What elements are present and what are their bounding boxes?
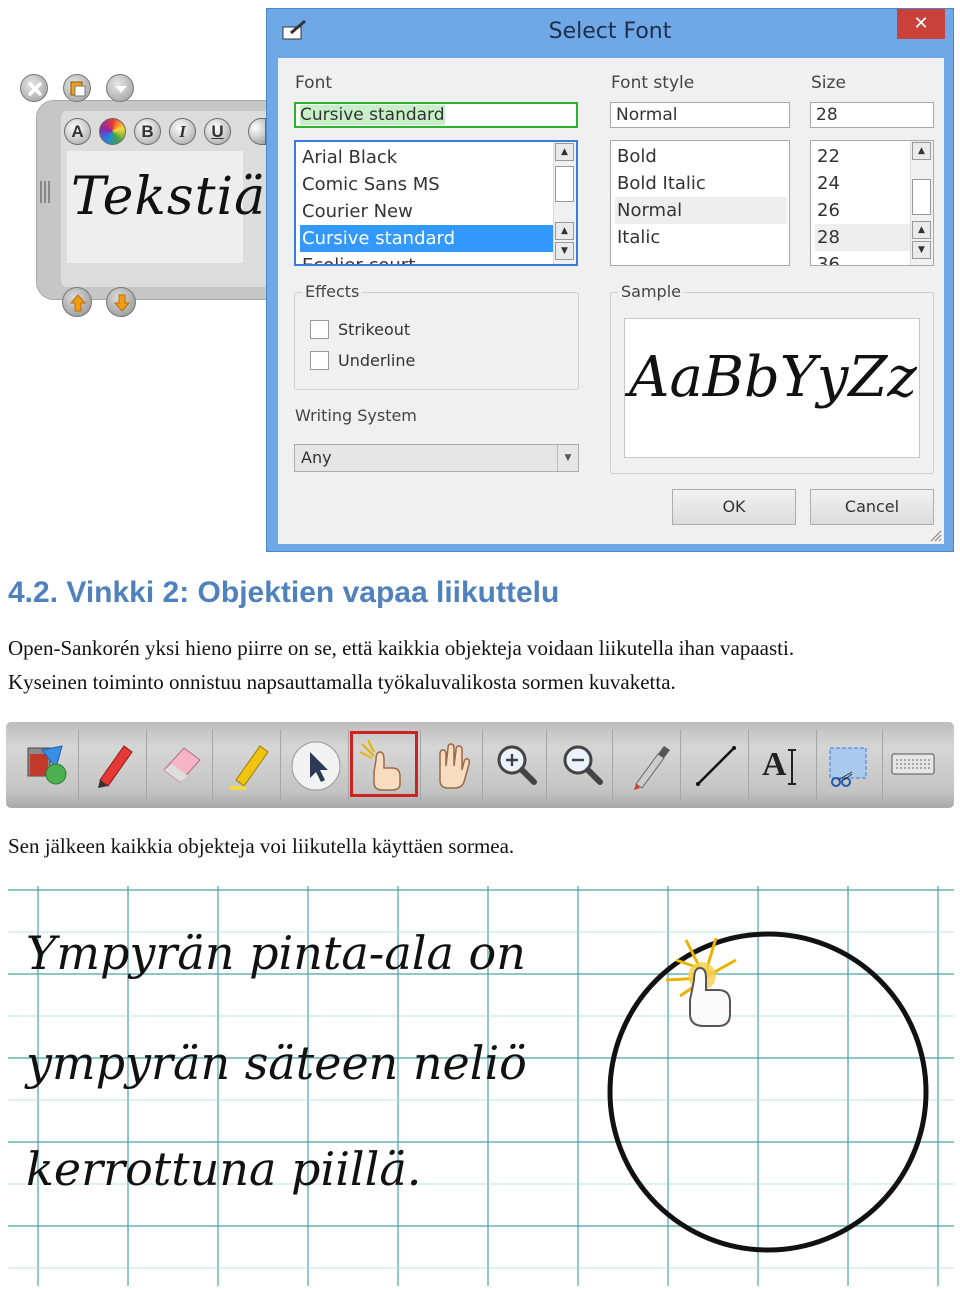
text-object-widget[interactable]: Tekstiä A B I U — [0, 0, 300, 330]
font-style-label: Font style — [611, 73, 695, 93]
text-object-content: Tekstiä — [71, 167, 267, 227]
hand-icon[interactable] — [420, 722, 484, 808]
pen-icon[interactable] — [84, 722, 148, 808]
size-item-selected[interactable]: 28 — [815, 224, 915, 251]
writing-system-value: Any — [301, 448, 332, 467]
font-style-input[interactable]: Normal — [610, 102, 790, 128]
dialog-title: Select Font — [548, 19, 672, 44]
paint-bucket-icon[interactable] — [16, 722, 80, 808]
scroll-thumb[interactable] — [912, 179, 931, 215]
whiteboard-canvas[interactable]: Ympyrän pinta-ala on ympyrän säteen neli… — [8, 886, 954, 1286]
font-style-item[interactable]: Italic — [615, 224, 787, 251]
font-style-item-selected[interactable]: Normal — [615, 197, 787, 224]
font-name-input[interactable]: Cursive standard — [294, 102, 578, 128]
size-list[interactable]: 22 24 26 28 36 ▲ ▲ ▼ — [810, 140, 934, 266]
line-icon[interactable] — [684, 722, 748, 808]
font-list-item[interactable]: Ecolier court — [300, 252, 558, 264]
scroll-thumb[interactable] — [555, 166, 574, 202]
tool-toolbar: A — [6, 722, 954, 808]
size-item[interactable]: 24 — [815, 170, 915, 197]
send-backward-icon[interactable] — [106, 287, 136, 317]
font-list-item[interactable]: Arial Black — [300, 144, 558, 171]
underline-button[interactable]: U — [204, 118, 231, 145]
font-list[interactable]: Arial Black Comic Sans MS Courier New Cu… — [294, 140, 578, 266]
scroll-up-icon[interactable]: ▲ — [555, 143, 574, 161]
paragraph-line: Kyseinen toiminto onnistuu napsauttamall… — [8, 670, 676, 694]
chevron-down-icon[interactable] — [106, 74, 134, 102]
handwriting-line-1[interactable]: Ympyrän pinta-ala on — [26, 926, 526, 980]
font-name-value: Cursive standard — [300, 105, 445, 125]
size-label: Size — [811, 73, 846, 93]
finger-cursor-icon — [665, 937, 737, 1027]
italic-button[interactable]: I — [169, 118, 196, 145]
zoom-out-icon[interactable] — [550, 722, 614, 808]
zoom-in-icon[interactable] — [484, 722, 548, 808]
size-list-scrollbar[interactable]: ▲ ▲ ▼ — [910, 141, 933, 265]
eyedropper-icon[interactable] — [618, 722, 682, 808]
strikeout-checkbox[interactable] — [310, 320, 329, 339]
text-object-canvas[interactable]: Tekstiä — [67, 151, 265, 263]
drag-grip-icon[interactable] — [40, 181, 52, 211]
finger-icon[interactable] — [350, 722, 418, 808]
keyboard-icon[interactable] — [886, 722, 950, 808]
resize-grip-icon[interactable] — [928, 528, 942, 542]
paste-icon[interactable] — [63, 74, 91, 102]
bring-forward-icon[interactable] — [62, 287, 92, 317]
text-icon[interactable]: A — [752, 722, 816, 808]
font-label: Font — [295, 73, 333, 93]
font-list-item-selected[interactable]: Cursive standard — [300, 225, 558, 252]
effects-label: Effects — [302, 282, 363, 301]
handwriting-line-2[interactable]: ympyrän säteen neliö — [26, 1036, 527, 1090]
scroll-up-icon[interactable]: ▲ — [912, 142, 931, 160]
size-item[interactable]: 26 — [815, 197, 915, 224]
chevron-down-icon[interactable]: ▼ — [557, 445, 578, 471]
effects-group — [294, 292, 579, 390]
color-wheel-icon[interactable] — [99, 118, 126, 145]
strikeout-label[interactable]: Strikeout — [338, 320, 410, 339]
highlighter-icon[interactable] — [218, 722, 282, 808]
scroll-down-icon[interactable]: ▼ — [555, 242, 574, 260]
handwriting-line-3[interactable]: kerrottuna piillä. — [26, 1142, 421, 1196]
cancel-button[interactable]: Cancel — [810, 489, 934, 525]
ok-button[interactable]: OK — [672, 489, 796, 525]
dialog-body: Font Cursive standard Arial Black Comic … — [278, 58, 944, 544]
scroll-up-icon[interactable]: ▲ — [912, 221, 931, 239]
size-input[interactable]: 28 — [810, 102, 934, 128]
size-item[interactable]: 22 — [815, 143, 915, 170]
paragraph-line: Open-Sankorén yksi hieno piirre on se, e… — [8, 636, 795, 660]
bold-button[interactable]: B — [134, 118, 161, 145]
writing-system-label: Writing System — [295, 406, 417, 425]
section-heading: 4.2. Vinkki 2: Objektien vapaa liikuttel… — [8, 576, 560, 609]
sample-preview: AaBbYyZz — [624, 318, 920, 458]
select-font-dialog: Select Font ✕ Font Cursive standard Aria… — [266, 8, 954, 552]
font-list-item[interactable]: Comic Sans MS — [300, 171, 558, 198]
scroll-down-icon[interactable]: ▼ — [912, 241, 931, 259]
scroll-up-icon[interactable]: ▲ — [555, 222, 574, 240]
close-icon[interactable] — [20, 74, 48, 102]
sample-text: AaBbYyZz — [629, 345, 917, 410]
font-list-scrollbar[interactable]: ▲ ▲ ▼ — [553, 142, 576, 264]
dialog-close-button[interactable]: ✕ — [897, 9, 945, 39]
size-item[interactable]: 36 — [815, 251, 915, 265]
underline-label[interactable]: Underline — [338, 351, 415, 370]
font-list-item[interactable]: Courier New — [300, 198, 558, 225]
screen-capture-icon[interactable] — [820, 722, 884, 808]
underline-checkbox[interactable] — [310, 351, 329, 370]
writing-system-combo[interactable]: Any ▼ — [294, 444, 579, 472]
font-select-button[interactable]: A — [64, 118, 91, 145]
paragraph-after-toolbar: Sen jälkeen kaikkia objekteja voi liikut… — [8, 834, 515, 858]
font-style-list[interactable]: Bold Bold Italic Normal Italic — [610, 140, 790, 266]
font-style-item[interactable]: Bold — [615, 143, 787, 170]
eraser-icon[interactable] — [150, 722, 214, 808]
pointer-icon[interactable] — [284, 722, 348, 808]
sample-label: Sample — [618, 282, 684, 301]
font-style-item[interactable]: Bold Italic — [615, 170, 787, 197]
